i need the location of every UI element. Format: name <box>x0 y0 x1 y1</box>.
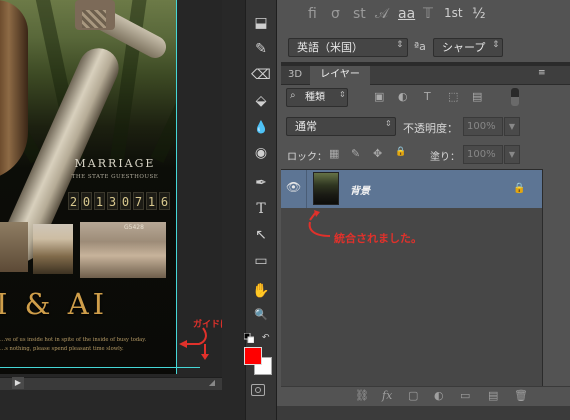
date-digit: 0 <box>120 192 131 210</box>
blend-mode-select[interactable]: 通常 <box>286 117 396 136</box>
paint-bucket-tool-icon[interactable]: ⬙ <box>249 90 273 112</box>
shape-layer-filter-icon[interactable]: ⬚ <box>448 90 458 103</box>
layers-scrollbar[interactable] <box>542 169 570 386</box>
annotation-arrow-icon <box>308 210 331 237</box>
poster-photo <box>80 222 166 278</box>
pen-tool-icon[interactable]: ✒ <box>249 172 273 194</box>
child-figure-pattern <box>82 10 106 28</box>
opacity-dropdown-icon[interactable]: ▼ <box>504 117 520 136</box>
add-mask-icon[interactable]: ▢ <box>408 389 418 402</box>
date-digit: 1 <box>146 192 157 210</box>
date-digit: 3 <box>107 192 118 210</box>
date-digit: 0 <box>81 192 92 210</box>
merge-annotation: 統合されました。 <box>334 232 422 245</box>
layer-name[interactable]: 背景 <box>350 182 370 197</box>
smart-object-filter-icon[interactable]: ▤ <box>472 90 482 103</box>
fill-dropdown-icon[interactable]: ▼ <box>504 145 520 164</box>
stylistic-alternate-icon[interactable]: aa <box>398 6 415 22</box>
pixel-layer-filter-icon[interactable]: ▣ <box>374 90 384 103</box>
poster-copy-line: …ve of us inside hot in spite of the ins… <box>0 337 147 343</box>
scroll-right-arrow-icon[interactable]: ▶ <box>12 377 24 389</box>
date-digit: 6 <box>159 192 170 210</box>
new-group-icon[interactable]: ▭ <box>460 389 470 402</box>
panel-bottom-strip <box>277 406 570 420</box>
search-icon: ⌕ <box>290 90 296 101</box>
opacity-label: 不透明度： <box>403 122 458 135</box>
tab-3d[interactable]: 3D <box>284 66 306 84</box>
poster-subtitle: THE STATE GUESTHOUSE <box>71 174 159 180</box>
rectangle-tool-icon[interactable]: ▭ <box>249 250 273 272</box>
horizontal-guide[interactable] <box>0 367 200 368</box>
date-digit: 2 <box>68 192 79 210</box>
couple-names: I & AI <box>0 287 109 321</box>
type-layer-filter-icon[interactable]: T <box>424 90 431 103</box>
chevron-updown-icon: ⇕ <box>339 90 346 99</box>
lock-image-pixels-icon[interactable]: ✎ <box>351 147 360 160</box>
antialias-icon: ªa <box>414 40 426 53</box>
filter-toggle-switch[interactable] <box>511 88 519 106</box>
blur-tool-icon[interactable]: 💧 <box>249 116 273 138</box>
new-adjustment-layer-icon[interactable]: ◐ <box>434 389 444 402</box>
poster-title: MARRIAGE <box>74 157 156 170</box>
trash-icon[interactable]: 🗑 <box>514 389 528 402</box>
lock-all-icon[interactable]: 🔒 <box>395 147 406 157</box>
date-digit: 1 <box>94 192 105 210</box>
history-brush-tool-icon[interactable]: ✎ <box>249 38 273 60</box>
stamp-tool-icon[interactable]: ⬓ <box>249 12 273 34</box>
path-selection-tool-icon[interactable]: ↖ <box>249 224 273 246</box>
layer-style-icon[interactable]: fx <box>382 389 392 402</box>
lock-transparent-pixels-icon[interactable]: ▦ <box>329 147 339 160</box>
chevron-updown-icon: ⇕ <box>492 40 500 50</box>
foreground-color-swatch[interactable] <box>244 347 262 365</box>
lock-position-icon[interactable]: ✥ <box>373 147 382 160</box>
lock-label: ロック： <box>287 152 327 163</box>
quick-mask-dot <box>255 387 261 393</box>
default-colors-icon[interactable] <box>244 333 254 343</box>
poster-copy-line: …s nothing, please spend pleasant time s… <box>0 346 124 352</box>
poster-photo <box>33 224 73 274</box>
layer-lock-icon: 🔒 <box>513 183 526 194</box>
swap-colors-icon[interactable]: ↶ <box>262 333 270 343</box>
swash-glyph-icon[interactable]: σ <box>331 6 340 22</box>
resize-grip-icon[interactable]: ◢ <box>206 377 218 389</box>
fraction-icon[interactable]: ½ <box>472 6 486 22</box>
photo-tag-text: G5428 <box>124 224 144 231</box>
bride-hair-graphic <box>0 0 28 180</box>
eye-icon[interactable]: 👁 <box>286 180 301 194</box>
fill-field[interactable]: 100% <box>463 145 503 164</box>
fill-label: 塗り： <box>430 152 460 163</box>
annotation-arrow-icon <box>179 327 209 360</box>
poster-date-digits: 2 0 1 3 0 7 1 6 <box>68 192 170 210</box>
tab-layers[interactable]: レイヤー <box>310 66 370 85</box>
document-canvas-area[interactable]: MARRIAGE THE STATE GUESTHOUSE 2 0 1 3 0 … <box>0 0 222 377</box>
chevron-updown-icon: ⇕ <box>396 40 404 50</box>
vertical-guide[interactable] <box>176 0 177 374</box>
poster-photo <box>0 222 28 272</box>
opacity-field[interactable]: 100% <box>463 117 503 136</box>
discretionary-ligature-icon[interactable]: st <box>353 6 366 22</box>
horizontal-scrollbar[interactable] <box>0 377 222 390</box>
language-select[interactable]: 英語（米国） <box>288 38 408 57</box>
date-digit: 7 <box>133 192 144 210</box>
status-bar <box>0 390 245 420</box>
ordinal-icon[interactable]: 1st <box>444 6 463 20</box>
ligature-glyph-icon[interactable]: fi <box>308 6 317 22</box>
hand-tool-icon[interactable]: ✋ <box>249 280 273 302</box>
type-tool-icon[interactable]: T <box>249 198 273 220</box>
titling-icon[interactable]: 𝕋 <box>423 6 433 22</box>
zoom-tool-icon[interactable]: 🔍 <box>249 304 273 326</box>
link-layers-icon[interactable]: ⛓ <box>355 389 369 402</box>
dodge-tool-icon[interactable]: ◉ <box>249 142 273 164</box>
adjustment-layer-filter-icon[interactable]: ◐ <box>398 90 408 103</box>
titling-alternate-icon[interactable]: 𝒜 <box>375 6 388 22</box>
layer-thumbnail[interactable] <box>313 172 339 205</box>
chevron-updown-icon: ⇕ <box>385 119 392 128</box>
background-ray <box>150 0 177 163</box>
new-layer-icon[interactable]: ▤ <box>488 389 498 402</box>
eraser-tool-icon[interactable]: ⌫ <box>249 64 273 86</box>
poster-image: MARRIAGE THE STATE GUESTHOUSE 2 0 1 3 0 … <box>0 0 177 374</box>
panel-menu-icon[interactable]: ≡ <box>538 68 546 78</box>
poster-copy: …ve of us inside hot in spite of the ins… <box>0 336 175 354</box>
